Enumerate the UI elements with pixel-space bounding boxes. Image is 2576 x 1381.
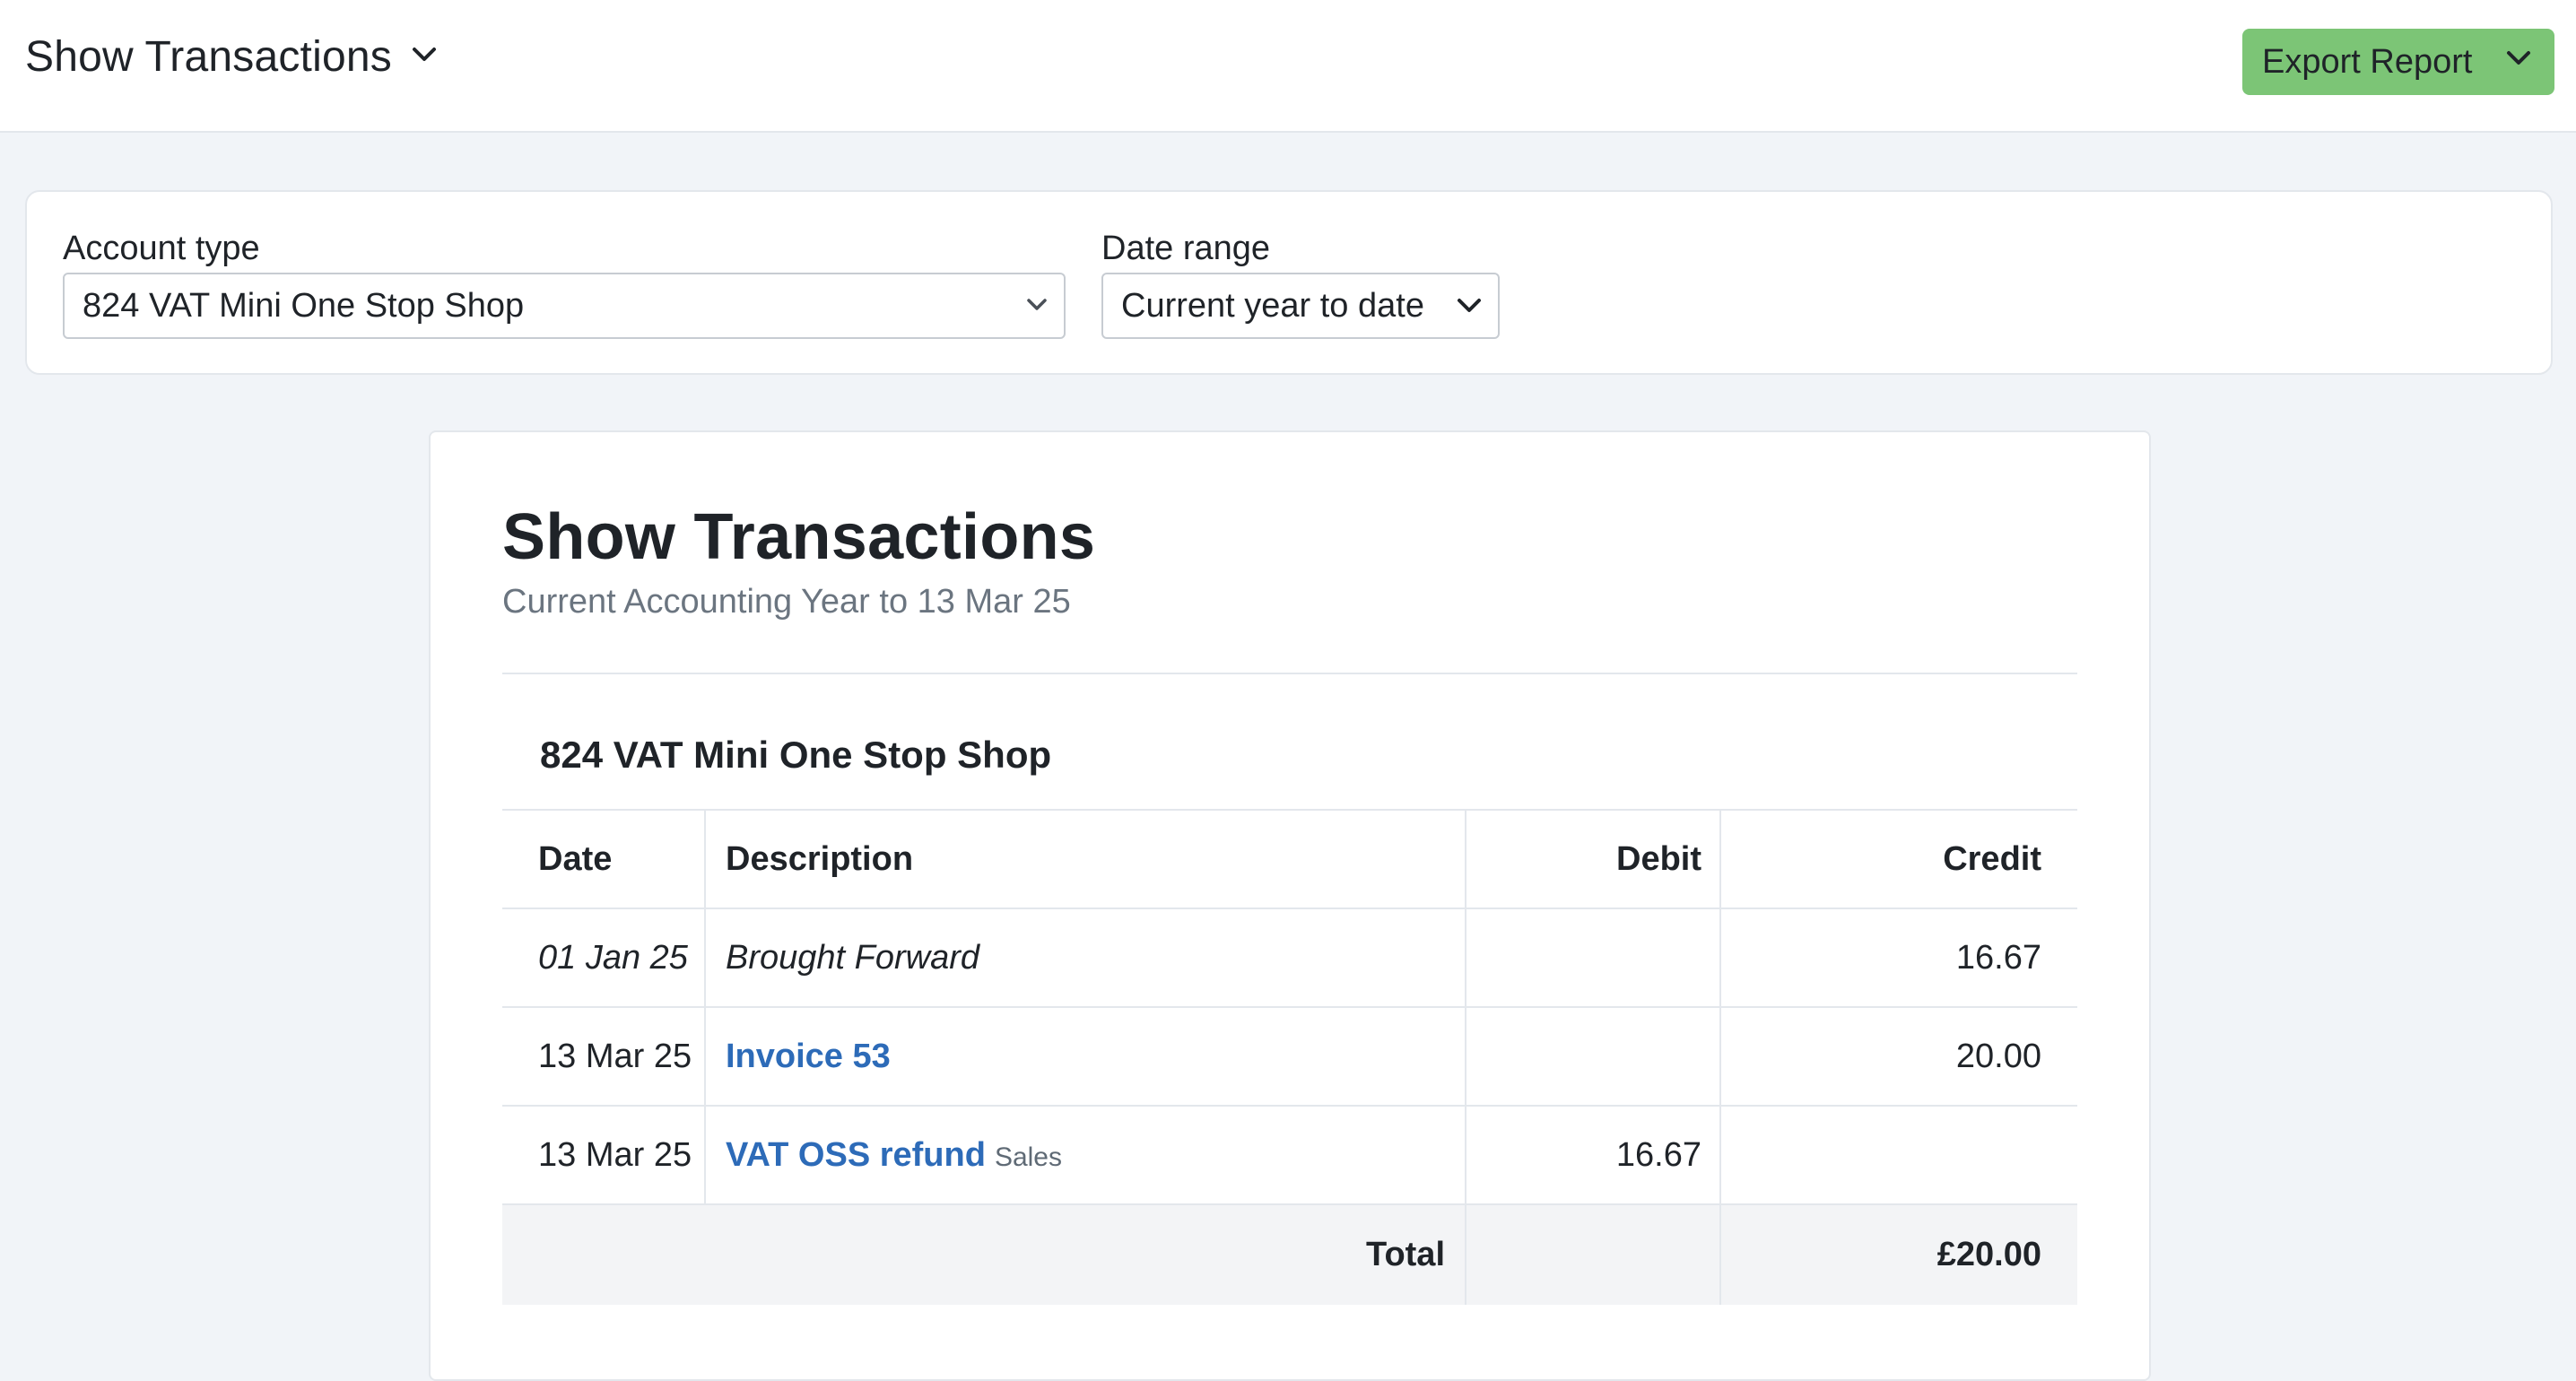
transaction-link[interactable]: VAT OSS refund xyxy=(726,1136,986,1174)
row-date: 13 Mar 25 xyxy=(502,1006,705,1106)
report-card: Show Transactions Current Accounting Yea… xyxy=(429,430,2151,1381)
table-row: 13 Mar 25 VAT OSS refund Sales 16.67 xyxy=(502,1105,2077,1204)
top-bar: Show Transactions Export Report xyxy=(0,0,2576,133)
table-row: 01 Jan 25 Brought Forward 16.67 xyxy=(502,908,2077,1007)
column-header-debit: Debit xyxy=(1465,809,1720,908)
report-divider xyxy=(502,673,2077,674)
transactions-table: Date Description Debit Credit 01 Jan 25 … xyxy=(502,809,2077,1305)
row-description-cell: Invoice 53 xyxy=(704,1006,1466,1106)
filter-panel: Account type 824 VAT Mini One Stop Shop … xyxy=(25,190,2553,375)
total-spacer xyxy=(502,1203,705,1305)
row-debit xyxy=(1465,908,1720,1007)
row-date: 01 Jan 25 xyxy=(502,908,705,1007)
row-credit: 16.67 xyxy=(1719,908,2077,1007)
account-type-value: 824 VAT Mini One Stop Shop xyxy=(83,286,525,325)
date-range-select[interactable]: Current year to date xyxy=(1101,273,1500,339)
row-debit xyxy=(1465,1006,1720,1106)
total-label: Total xyxy=(705,1203,1466,1305)
export-report-button[interactable]: Export Report xyxy=(2242,29,2554,95)
column-header-credit: Credit xyxy=(1719,809,2077,908)
report-subtitle: Current Accounting Year to 13 Mar 25 xyxy=(502,583,1071,621)
account-type-select[interactable]: 824 VAT Mini One Stop Shop xyxy=(63,273,1066,339)
report-type-menu[interactable]: Show Transactions xyxy=(25,32,437,82)
column-header-date: Date xyxy=(502,809,705,908)
export-report-label: Export Report xyxy=(2262,42,2473,81)
row-credit xyxy=(1719,1105,2077,1204)
table-header-row: Date Description Debit Credit xyxy=(502,809,2077,908)
total-debit xyxy=(1465,1203,1720,1305)
date-range-value: Current year to date xyxy=(1121,286,1424,325)
category-tag: Sales xyxy=(994,1142,1062,1172)
row-date: 13 Mar 25 xyxy=(502,1105,705,1204)
row-description: Brought Forward xyxy=(704,908,1466,1007)
chevron-down-icon xyxy=(412,47,437,67)
column-header-description: Description xyxy=(704,809,1466,908)
row-debit: 16.67 xyxy=(1465,1105,1720,1204)
report-title: Show Transactions xyxy=(502,501,1096,573)
total-row: Total £20.00 xyxy=(502,1203,2077,1305)
invoice-link[interactable]: Invoice 53 xyxy=(726,1038,891,1075)
row-credit: 20.00 xyxy=(1719,1006,2077,1106)
table-row: 13 Mar 25 Invoice 53 20.00 xyxy=(502,1006,2077,1106)
account-heading: 824 VAT Mini One Stop Shop xyxy=(540,734,1052,776)
row-description-cell: VAT OSS refund Sales xyxy=(704,1105,1466,1204)
account-type-label: Account type xyxy=(63,230,260,267)
chevron-down-icon xyxy=(2506,50,2531,71)
date-range-label: Date range xyxy=(1101,230,1271,267)
chevron-down-icon xyxy=(1457,298,1482,318)
total-credit: £20.00 xyxy=(1719,1203,2077,1305)
chevron-down-icon xyxy=(1026,298,1048,317)
page-title: Show Transactions xyxy=(25,33,392,81)
